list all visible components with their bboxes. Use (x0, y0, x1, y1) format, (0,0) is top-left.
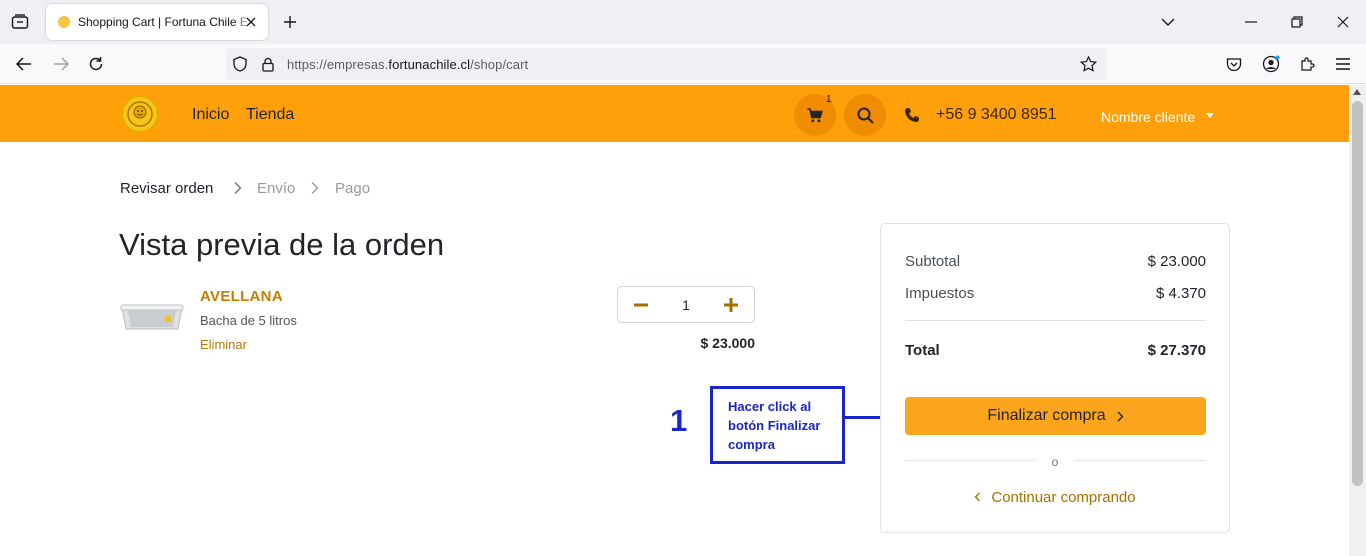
nav-link-tienda[interactable]: Tienda (246, 106, 294, 124)
scrollbar-thumb[interactable] (1352, 101, 1363, 486)
fortuna-logo[interactable] (121, 95, 159, 133)
tab-overflow-chevron-icon[interactable] (1158, 12, 1178, 32)
chevron-left-icon (974, 492, 981, 502)
tax-row: Impuestos $ 4.370 (905, 285, 1206, 302)
browser-nav-bar: https://empresas.fortunachile.cl/shop/ca… (0, 44, 1366, 84)
summary-divider (905, 320, 1206, 321)
phone-number[interactable]: +56 9 3400 8951 (936, 106, 1057, 124)
site-favicon-icon (58, 16, 70, 28)
annotation-step-number: 1 (670, 403, 688, 438)
breadcrumb-step-shipping: Envío (257, 180, 296, 197)
browser-tab-bar: Shopping Cart | Fortuna Chile E (0, 0, 1366, 44)
annotation-callout: Hacer click al botón Finalizar compra (710, 386, 845, 464)
continue-shopping-link[interactable]: Continuar comprando (881, 489, 1229, 506)
or-divider-right (1075, 460, 1206, 461)
account-icon[interactable] (1260, 53, 1282, 75)
close-tab-icon[interactable] (242, 13, 260, 31)
search-icon (857, 107, 874, 124)
close-window-icon[interactable] (1333, 12, 1353, 32)
restore-icon[interactable] (1287, 12, 1307, 32)
or-separator: o (1051, 455, 1059, 469)
caret-down-icon[interactable] (1206, 113, 1214, 118)
cart-count-badge: 1 (826, 94, 832, 105)
cart-icon (807, 107, 823, 122)
page-scrollbar[interactable] (1349, 85, 1366, 556)
address-bar[interactable]: https://empresas.fortunachile.cl/shop/ca… (226, 48, 1106, 80)
pocket-icon[interactable] (1223, 53, 1245, 75)
subtotal-row: Subtotal $ 23.000 (905, 253, 1206, 270)
new-tab-icon[interactable] (280, 12, 300, 32)
extensions-icon[interactable] (1296, 53, 1318, 75)
plus-icon (724, 298, 738, 312)
menu-hamburger-icon[interactable] (1332, 53, 1354, 75)
increase-quantity-button[interactable] (721, 295, 741, 315)
product-description: Bacha de 5 litros (200, 313, 297, 328)
browser-tab[interactable]: Shopping Cart | Fortuna Chile E (46, 4, 268, 40)
breadcrumb-step-payment: Pago (335, 180, 371, 197)
continue-shopping-label: Continuar comprando (991, 489, 1136, 506)
back-arrow-icon[interactable] (13, 53, 35, 75)
order-summary-card: Subtotal $ 23.000 Impuestos $ 4.370 Tota… (880, 223, 1230, 533)
total-label: Total (905, 342, 940, 359)
nav-link-inicio[interactable]: Inicio (192, 106, 229, 124)
chevron-right-icon (1117, 411, 1124, 421)
tab-title: Shopping Cart | Fortuna Chile E (78, 15, 248, 29)
scroll-up-arrow-icon[interactable] (1353, 89, 1361, 95)
quantity-stepper: 1 (617, 286, 755, 323)
total-value: $ 27.370 (1147, 342, 1206, 359)
total-row: Total $ 27.370 (905, 342, 1206, 359)
url-text: https://empresas.fortunachile.cl/shop/ca… (287, 57, 529, 72)
breadcrumb-step-review[interactable]: Revisar orden (120, 180, 213, 197)
site-header: Inicio Tienda 1 +56 9 3400 8951 Nombre c… (0, 85, 1349, 142)
bookmark-star-icon[interactable] (1078, 54, 1098, 74)
tab-list-icon[interactable] (8, 10, 32, 34)
checkout-button[interactable]: Finalizar compra (905, 397, 1206, 435)
page-title: Vista previa de la orden (119, 227, 445, 262)
remove-item-link[interactable]: Eliminar (200, 337, 247, 352)
product-image[interactable] (120, 302, 184, 332)
tax-value: $ 4.370 (1155, 285, 1206, 302)
shield-icon[interactable] (230, 54, 250, 74)
forward-arrow-icon[interactable] (50, 53, 72, 75)
chevron-right-icon (234, 182, 242, 194)
subtotal-label: Subtotal (905, 253, 961, 270)
checkout-button-label: Finalizar compra (987, 407, 1106, 424)
search-button[interactable] (844, 94, 886, 136)
phone-icon (905, 108, 919, 122)
tax-label: Impuestos (905, 285, 975, 302)
line-item-price: $ 23.000 (700, 335, 756, 351)
client-menu-toggle[interactable]: Nombre cliente (1101, 109, 1195, 125)
subtotal-value: $ 23.000 (1147, 253, 1206, 270)
product-name-link[interactable]: AVELLANA (200, 288, 283, 305)
chevron-right-icon (311, 182, 319, 194)
lock-icon[interactable] (258, 54, 278, 74)
minimize-icon[interactable] (1241, 12, 1261, 32)
reload-icon[interactable] (85, 53, 107, 75)
